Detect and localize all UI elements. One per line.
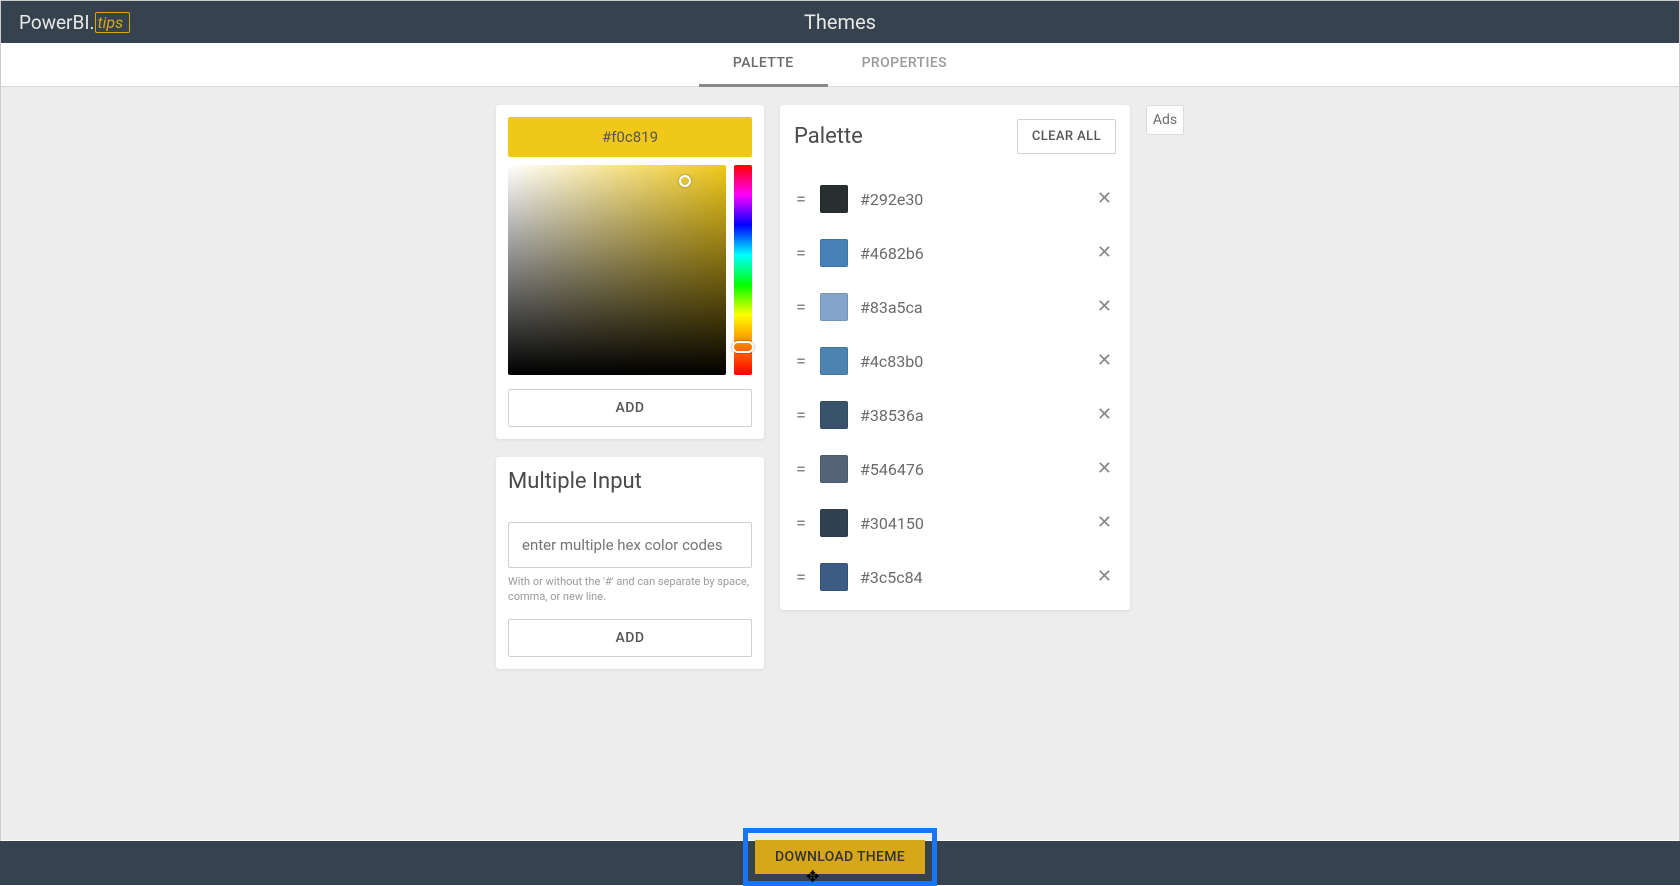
remove-color-icon[interactable]: ✕ bbox=[1093, 294, 1116, 320]
color-hex-label: #292e30 bbox=[860, 190, 1081, 209]
palette-color-row: = #83a5ca ✕ bbox=[794, 280, 1116, 334]
download-highlight: DOWNLOAD THEME ✥ bbox=[743, 828, 937, 886]
remove-color-icon[interactable]: ✕ bbox=[1093, 456, 1116, 482]
color-hex-label: #4c83b0 bbox=[860, 352, 1081, 371]
color-hex-label: #38536a bbox=[860, 406, 1081, 425]
tab-palette[interactable]: PALETTE bbox=[699, 43, 828, 87]
palette-title: Palette bbox=[794, 124, 863, 149]
top-bar: PowerBI.tips Themes bbox=[1, 1, 1679, 43]
saturation-picker[interactable] bbox=[508, 165, 726, 375]
drag-handle-icon[interactable]: = bbox=[794, 249, 808, 258]
add-multiple-button[interactable]: ADD bbox=[508, 619, 752, 657]
multiple-input-help: With or without the '#' and can separate… bbox=[508, 574, 752, 605]
palette-color-row: = #546476 ✕ bbox=[794, 442, 1116, 496]
palette-color-row: = #4c83b0 ✕ bbox=[794, 334, 1116, 388]
color-swatch bbox=[820, 347, 848, 375]
ads-label[interactable]: Ads bbox=[1146, 105, 1184, 135]
remove-color-icon[interactable]: ✕ bbox=[1093, 510, 1116, 536]
palette-color-row: = #38536a ✕ bbox=[794, 388, 1116, 442]
logo[interactable]: PowerBI.tips bbox=[19, 11, 130, 34]
palette-card: Palette CLEAR ALL = #292e30 ✕ = #4682b6 ✕ = #83… bbox=[780, 105, 1130, 610]
hex-display: #f0c819 bbox=[508, 117, 752, 157]
color-picker-card: #f0c819 ADD bbox=[496, 105, 764, 439]
drag-handle-icon[interactable]: = bbox=[794, 411, 808, 420]
palette-color-row: = #292e30 ✕ bbox=[794, 172, 1116, 226]
tab-bar: PALETTE PROPERTIES bbox=[1, 43, 1679, 87]
logo-suffix: tips bbox=[95, 12, 131, 33]
remove-color-icon[interactable]: ✕ bbox=[1093, 348, 1116, 374]
color-swatch bbox=[820, 401, 848, 429]
drag-handle-icon[interactable]: = bbox=[794, 573, 808, 582]
color-swatch bbox=[820, 563, 848, 591]
page-title: Themes bbox=[804, 10, 876, 34]
drag-handle-icon[interactable]: = bbox=[794, 303, 808, 312]
clear-all-button[interactable]: CLEAR ALL bbox=[1017, 119, 1116, 154]
palette-color-row: = #304150 ✕ bbox=[794, 496, 1116, 550]
drag-handle-icon[interactable]: = bbox=[794, 465, 808, 474]
color-swatch bbox=[820, 293, 848, 321]
palette-color-row: = #3c5c84 ✕ bbox=[794, 550, 1116, 604]
color-hex-label: #546476 bbox=[860, 460, 1081, 479]
palette-color-row: = #4682b6 ✕ bbox=[794, 226, 1116, 280]
drag-handle-icon[interactable]: = bbox=[794, 195, 808, 204]
multiple-input-title: Multiple Input bbox=[508, 469, 752, 494]
color-hex-label: #83a5ca bbox=[860, 298, 1081, 317]
logo-prefix: PowerBI. bbox=[19, 11, 95, 34]
remove-color-icon[interactable]: ✕ bbox=[1093, 564, 1116, 590]
hue-handle[interactable] bbox=[732, 341, 754, 353]
color-swatch bbox=[820, 509, 848, 537]
add-color-button[interactable]: ADD bbox=[508, 389, 752, 427]
multiple-input-card: Multiple Input With or without the '#' a… bbox=[496, 457, 764, 669]
multiple-hex-input[interactable] bbox=[508, 522, 752, 568]
color-swatch bbox=[820, 185, 848, 213]
tab-properties[interactable]: PROPERTIES bbox=[828, 43, 981, 87]
remove-color-icon[interactable]: ✕ bbox=[1093, 186, 1116, 212]
drag-handle-icon[interactable]: = bbox=[794, 519, 808, 528]
color-swatch bbox=[820, 239, 848, 267]
remove-color-icon[interactable]: ✕ bbox=[1093, 240, 1116, 266]
palette-list: = #292e30 ✕ = #4682b6 ✕ = #83a5ca ✕ = #4c83b0 ✕ = #38… bbox=[794, 172, 1116, 604]
download-theme-button[interactable]: DOWNLOAD THEME bbox=[755, 840, 925, 874]
color-hex-label: #304150 bbox=[860, 514, 1081, 533]
drag-handle-icon[interactable]: = bbox=[794, 357, 808, 366]
color-hex-label: #4682b6 bbox=[860, 244, 1081, 263]
saturation-handle[interactable] bbox=[679, 175, 691, 187]
content-area: #f0c819 ADD Multiple Input With or witho… bbox=[1, 87, 1679, 840]
color-hex-label: #3c5c84 bbox=[860, 568, 1081, 587]
remove-color-icon[interactable]: ✕ bbox=[1093, 402, 1116, 428]
bottom-bar: DOWNLOAD THEME ✥ bbox=[0, 841, 1680, 885]
color-swatch bbox=[820, 455, 848, 483]
hue-slider[interactable] bbox=[734, 165, 752, 375]
